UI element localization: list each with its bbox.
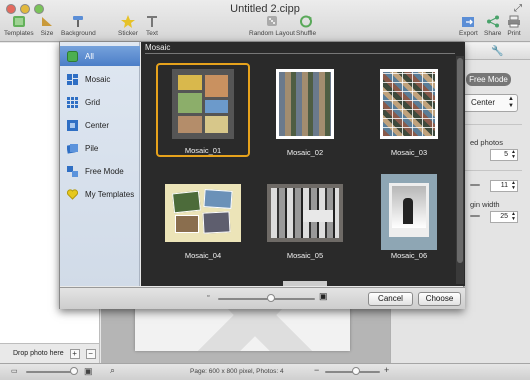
template-mosaic-02[interactable]: Mosaic_02 [258, 63, 352, 157]
fullscreen-icon[interactable]: ⤢ [514, 3, 522, 14]
popup-arrows-icon: ▲ ▼ [508, 96, 514, 109]
wrench-icon[interactable]: 🔧 [491, 46, 503, 57]
window-toolbar: Untitled 2.cipp ⤢ Templates Size Backgro… [0, 0, 530, 42]
size-icon [40, 15, 54, 28]
paint-roller-icon [71, 15, 85, 28]
margin-width-stepper[interactable]: 25 ▲ ▼ [490, 211, 518, 223]
background-button[interactable]: Background [61, 15, 96, 37]
printer-icon [507, 15, 521, 28]
thumbnail-large-icon: ▣ [319, 291, 328, 301]
choose-button[interactable]: Choose [418, 292, 461, 306]
template-label: Mosaic_01 [184, 146, 222, 155]
template-label: Mosaic_02 [286, 148, 324, 157]
gallery-title: Mosaic [145, 43, 171, 52]
free-mode-icon [67, 165, 78, 177]
margin-width-label: gin width [470, 200, 500, 209]
export-icon [461, 15, 475, 28]
mosaic-icon [67, 73, 78, 85]
template-mosaic-03[interactable]: Mosaic_03 [362, 63, 456, 157]
photos-count-stepper[interactable]: 5 ▲ ▼ [490, 149, 518, 161]
window-title: Untitled 2.cipp [230, 3, 300, 15]
zoom-in-icon[interactable]: + [384, 365, 389, 375]
category-mosaic[interactable]: Mosaic [60, 69, 140, 89]
text-icon [145, 15, 159, 28]
zoom-small-icon: ▭ [11, 368, 18, 375]
template-thumbnail [380, 69, 438, 139]
status-bar: ▭ ▣ ⌕ Page: 600 x 800 pixel, Photos: 4 −… [0, 363, 530, 380]
shuffle-icon [299, 15, 313, 28]
export-button[interactable]: Export [459, 15, 478, 37]
sheet-footer: ▫ ▣ Cancel Choose [60, 287, 465, 309]
template-label: Mosaic_06 [390, 251, 428, 260]
template-thumbnail [276, 69, 334, 139]
pile-icon [66, 143, 78, 154]
template-thumbnail [165, 184, 241, 242]
template-mosaic-05[interactable]: Mosaic_05 [258, 166, 352, 260]
star-icon [120, 15, 135, 28]
template-thumbnail [172, 69, 234, 139]
template-thumbnail [267, 184, 343, 242]
free-mode-button[interactable]: Free Mode [466, 73, 511, 86]
cancel-button[interactable]: Cancel [368, 292, 413, 306]
template-label: Mosaic_05 [286, 251, 324, 260]
share-icon [486, 15, 500, 28]
add-photo-button[interactable]: + [69, 348, 80, 359]
magnifier-icon[interactable]: ⌕ [110, 365, 115, 376]
text-button[interactable]: Text [145, 15, 159, 37]
template-mosaic-01[interactable]: Mosaic_01 [156, 63, 250, 157]
category-grid[interactable]: Grid [60, 92, 140, 112]
grid-icon [67, 96, 78, 108]
align-popup[interactable]: Center ▲ ▼ [462, 94, 518, 112]
category-list: All Mosaic Grid Center Pile Free Mode My… [60, 42, 140, 286]
category-my-templates[interactable]: My Templates [60, 184, 140, 204]
center-icon [67, 119, 78, 131]
template-label: Mosaic_04 [184, 251, 222, 260]
photos-count-label: ed photos [470, 138, 503, 147]
print-button[interactable]: Print [507, 15, 521, 37]
category-center[interactable]: Center [60, 115, 140, 135]
templates-icon [12, 15, 26, 28]
random-layout-button[interactable]: Random Layout [249, 15, 295, 37]
gallery-scrollbar[interactable] [456, 56, 464, 284]
template-mosaic-06[interactable]: Mosaic_06 [362, 166, 456, 260]
category-pile[interactable]: Pile [60, 138, 140, 158]
canvas-zoom-knob[interactable] [352, 367, 360, 375]
preview-size-knob[interactable] [267, 294, 275, 302]
share-button[interactable]: Share [484, 15, 501, 37]
template-chooser-sheet: All Mosaic Grid Center Pile Free Mode My… [59, 41, 465, 309]
template-thumbnail [381, 174, 437, 250]
thumbnail-size-knob[interactable] [70, 367, 78, 375]
size-button[interactable]: Size [40, 15, 54, 37]
category-all[interactable]: All [60, 46, 140, 66]
shuffle-button[interactable]: Shuffle [296, 15, 316, 37]
template-label: Mosaic_03 [390, 148, 428, 157]
thumbnail-size-slider[interactable] [26, 371, 76, 373]
category-free-mode[interactable]: Free Mode [60, 161, 140, 181]
all-icon [67, 50, 78, 62]
page-info: Page: 600 x 800 pixel, Photos: 4 [190, 368, 284, 375]
collage-page[interactable] [135, 305, 350, 351]
spacing-stepper[interactable]: 11 ▲ ▼ [490, 180, 518, 192]
dice-icon [265, 15, 279, 28]
heart-icon [66, 188, 79, 200]
template-gallery[interactable]: Mosaic Mosaic_01 Mosaic_02 Mosaic_03 Mos… [141, 42, 465, 286]
template-mosaic-04[interactable]: Mosaic_04 [156, 166, 250, 260]
drop-photo-label: Drop photo here [13, 350, 64, 357]
templates-button[interactable]: Templates [4, 15, 34, 37]
thumbnail-small-icon: ▫ [207, 293, 210, 300]
photo-drop-bar: Drop photo here + − [0, 343, 100, 363]
zoom-out-icon[interactable]: − [314, 365, 319, 375]
template-thumbnail [283, 281, 327, 286]
zoom-large-icon: ▣ [84, 366, 93, 376]
sticker-button[interactable]: Sticker [118, 15, 138, 37]
remove-photo-button[interactable]: − [85, 348, 96, 359]
